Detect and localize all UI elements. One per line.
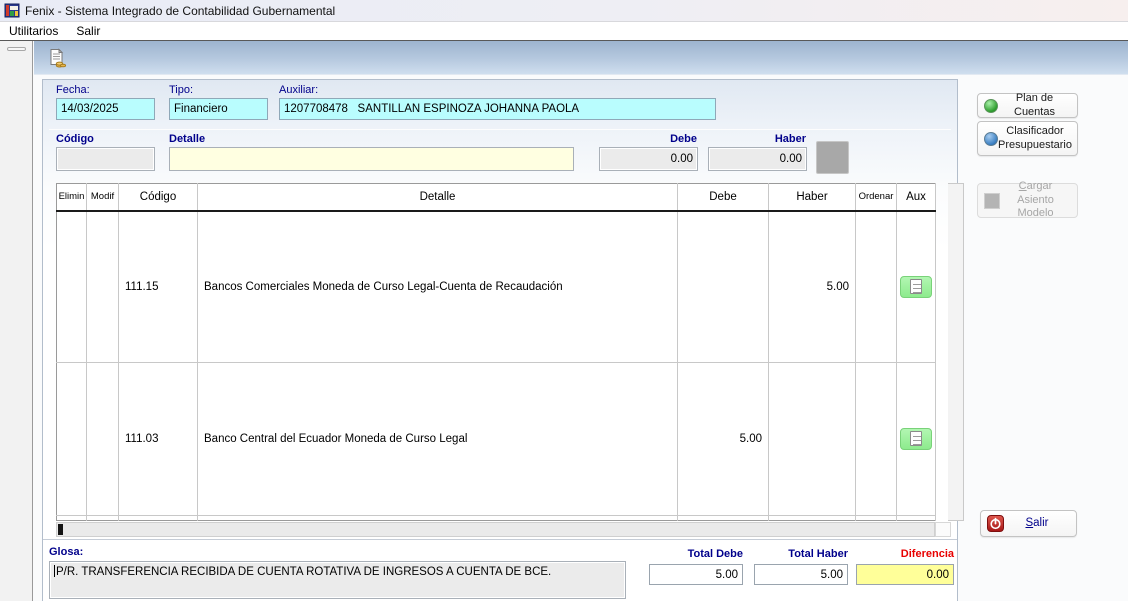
plan-de-cuentas-label: Plan de Cuentas — [998, 92, 1071, 120]
cell-elimin[interactable] — [57, 211, 87, 363]
debe-input[interactable]: 0.00 — [599, 147, 698, 171]
cell-elimin[interactable] — [57, 363, 87, 515]
total-haber-value: 5.00 — [754, 564, 848, 585]
app-icon — [4, 3, 20, 19]
journal-entry-panel: Fecha: 14/03/2025 Tipo: Financiero Auxil… — [42, 79, 958, 601]
salir-button[interactable]: Salir — [980, 510, 1077, 537]
splitter-handle-icon[interactable] — [7, 47, 26, 51]
col-haber: Haber — [769, 184, 856, 211]
cell-modif[interactable] — [87, 363, 119, 515]
col-aux: Aux — [897, 184, 936, 211]
grid-vertical-scrollbar[interactable] — [948, 183, 964, 521]
cell-codigo: 111.03 — [119, 363, 198, 515]
debe-label: Debe — [599, 133, 697, 145]
glosa-label: Glosa: — [49, 546, 83, 558]
col-modif: Modif — [87, 184, 119, 211]
title-bar: Fenix - Sistema Integrado de Contabilida… — [0, 0, 1128, 22]
add-line-button[interactable] — [816, 141, 849, 174]
document-coins-icon — [47, 48, 67, 68]
haber-label: Haber — [708, 133, 806, 145]
app-window: Fenix - Sistema Integrado de Contabilida… — [0, 0, 1128, 601]
tipo-input[interactable]: Financiero — [169, 98, 268, 120]
haber-input[interactable]: 0.00 — [708, 147, 807, 171]
cell-detalle: Banco Central del Ecuador Moneda de Curs… — [198, 363, 678, 515]
cargar-asiento-modelo-button[interactable]: Cargar Asiento Modelo — [977, 183, 1078, 218]
cell-modif[interactable] — [87, 211, 119, 363]
cell-aux — [897, 211, 936, 363]
document-icon — [910, 431, 922, 446]
auxiliar-input[interactable]: 1207708478 SANTILLAN ESPINOZA JOHANNA PA… — [279, 98, 716, 120]
col-detalle: Detalle — [198, 184, 678, 211]
glosa-text: P/R. TRANSFERENCIA RECIBIDA DE CUENTA RO… — [56, 565, 551, 580]
cell-haber: 5.00 — [769, 211, 856, 363]
col-debe: Debe — [678, 184, 769, 211]
aux-detail-button[interactable] — [900, 276, 932, 298]
cell-debe — [678, 211, 769, 363]
left-side-panel[interactable] — [0, 41, 33, 601]
total-debe-label: Total Debe — [649, 548, 743, 560]
menu-utilitarios[interactable]: Utilitarios — [0, 22, 67, 40]
cell-haber — [769, 363, 856, 515]
cell-ordenar[interactable] — [856, 363, 897, 515]
glosa-input[interactable]: P/R. TRANSFERENCIA RECIBIDA DE CUENTA RO… — [49, 561, 626, 599]
tipo-label: Tipo: — [169, 84, 193, 96]
gray-square-icon — [984, 193, 1000, 209]
col-ordenar: Ordenar — [856, 184, 897, 211]
detalle-label: Detalle — [169, 133, 205, 145]
separator-line — [49, 129, 951, 130]
aux-detail-button[interactable] — [900, 428, 932, 450]
detalle-input[interactable] — [169, 147, 574, 171]
window-title: Fenix - Sistema Integrado de Contabilida… — [25, 4, 335, 18]
total-debe-value: 5.00 — [649, 564, 743, 585]
diferencia-value: 0.00 — [856, 564, 954, 585]
menu-salir[interactable]: Salir — [67, 22, 109, 40]
document-icon — [910, 279, 922, 294]
fecha-input[interactable]: 14/03/2025 — [56, 98, 155, 120]
plan-de-cuentas-button[interactable]: Plan de Cuentas — [977, 93, 1078, 118]
cell-codigo: 111.15 — [119, 211, 198, 363]
clasificador-label: Clasificador Presupuestario — [998, 125, 1072, 153]
cell-debe: 5.00 — [678, 363, 769, 515]
scrollbar-corner — [935, 522, 951, 537]
salir-label: Salir — [1004, 516, 1070, 530]
cell-detalle: Bancos Comerciales Moneda de Curso Legal… — [198, 211, 678, 363]
auxiliar-label: Auxiliar: — [279, 84, 318, 96]
document-coins-tool-button[interactable] — [44, 45, 70, 71]
codigo-input[interactable] — [56, 147, 155, 171]
cell-ordenar[interactable] — [856, 211, 897, 363]
codigo-label: Código — [56, 133, 94, 145]
power-icon — [987, 515, 1004, 532]
grid-empty-area — [57, 515, 936, 520]
entries-grid: Elimin Modif Código Detalle Debe Haber O… — [56, 183, 951, 521]
grid-horizontal-scrollbar[interactable] — [56, 522, 935, 537]
cell-aux — [897, 363, 936, 515]
blue-sphere-icon — [984, 132, 998, 146]
diferencia-label: Diferencia — [856, 548, 954, 560]
grid-header-row: Elimin Modif Código Detalle Debe Haber O… — [57, 184, 936, 211]
col-codigo: Código — [119, 184, 198, 211]
menu-bar: Utilitarios Salir — [0, 22, 1128, 41]
toolbar — [34, 41, 1128, 75]
clasificador-presupuestario-button[interactable]: Clasificador Presupuestario — [977, 121, 1078, 156]
footer-separator — [43, 539, 957, 540]
green-sphere-icon — [984, 99, 998, 113]
total-haber-label: Total Haber — [754, 548, 848, 560]
cargar-asiento-label: Cargar Asiento Modelo — [1000, 180, 1071, 221]
text-caret — [54, 565, 55, 577]
entry-row[interactable]: 111.03 Banco Central del Ecuador Moneda … — [57, 363, 936, 515]
col-elimin: Elimin — [57, 184, 87, 211]
fecha-label: Fecha: — [56, 84, 90, 96]
scrollbar-thumb[interactable] — [58, 524, 63, 535]
entry-row[interactable]: 111.15 Bancos Comerciales Moneda de Curs… — [57, 211, 936, 363]
